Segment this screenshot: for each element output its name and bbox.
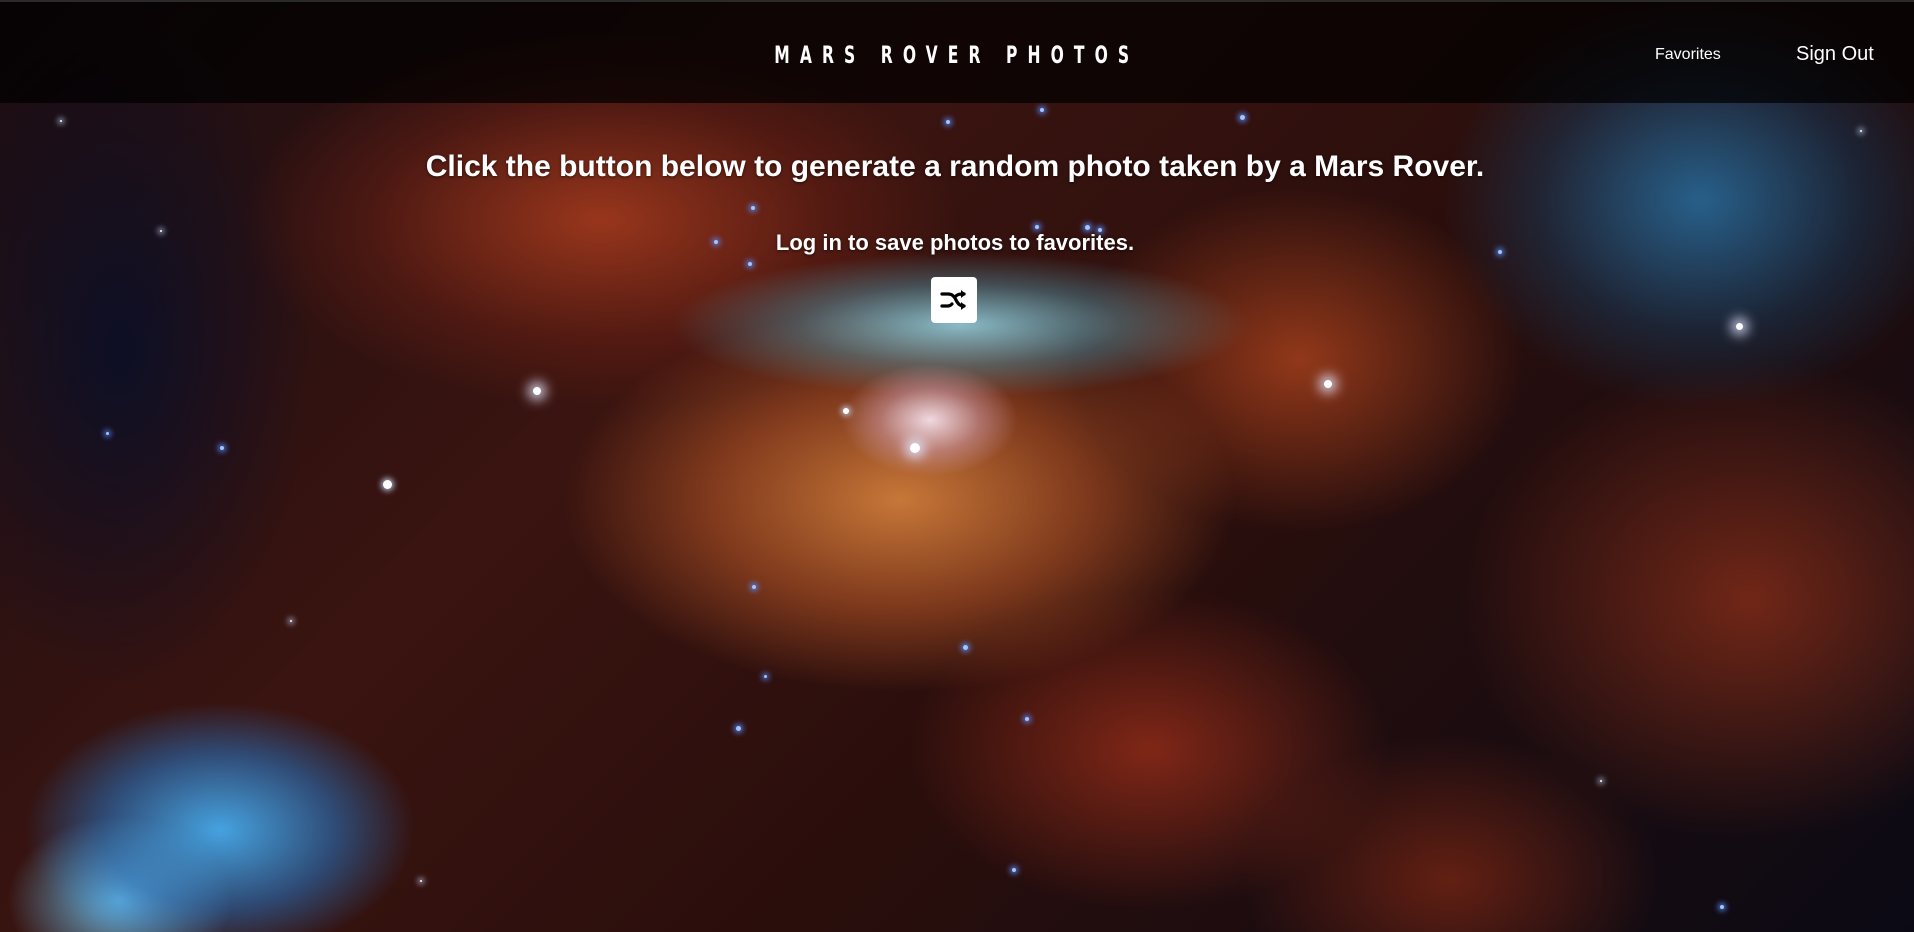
star [1720, 905, 1724, 909]
star [764, 675, 767, 678]
nebula-background-image [0, 0, 1914, 932]
star [1025, 717, 1029, 721]
star [752, 585, 756, 589]
star [946, 120, 950, 124]
site-title[interactable]: MARS ROVER PHOTOS [268, 40, 1646, 70]
page: MARS ROVER PHOTOS Favorites Sign Out Cli… [0, 0, 1914, 932]
nav-favorites-link[interactable]: Favorites [1655, 46, 1721, 64]
star [1860, 130, 1862, 132]
star [1600, 780, 1602, 782]
star [910, 443, 920, 453]
star [736, 726, 741, 731]
star [1736, 323, 1743, 330]
star [60, 120, 62, 122]
star [383, 480, 392, 489]
star [1240, 115, 1245, 120]
star [963, 645, 968, 650]
star [1324, 380, 1332, 388]
login-hint: Log in to save photos to favorites. [775, 230, 1135, 255]
nav-sign-out-link[interactable]: Sign Out [1796, 43, 1874, 66]
star [420, 880, 422, 882]
random-photo-button[interactable] [931, 277, 977, 323]
header-bar: MARS ROVER PHOTOS Favorites Sign Out [0, 0, 1914, 103]
star [1012, 868, 1016, 872]
star [1040, 108, 1044, 112]
star [843, 408, 849, 414]
star [220, 446, 224, 450]
star [751, 206, 755, 210]
star [748, 262, 752, 266]
star [106, 432, 109, 435]
star [290, 620, 292, 622]
page-headline: Click the button below to generate a ran… [425, 150, 1485, 183]
shuffle-icon [940, 288, 968, 312]
star [533, 387, 541, 395]
